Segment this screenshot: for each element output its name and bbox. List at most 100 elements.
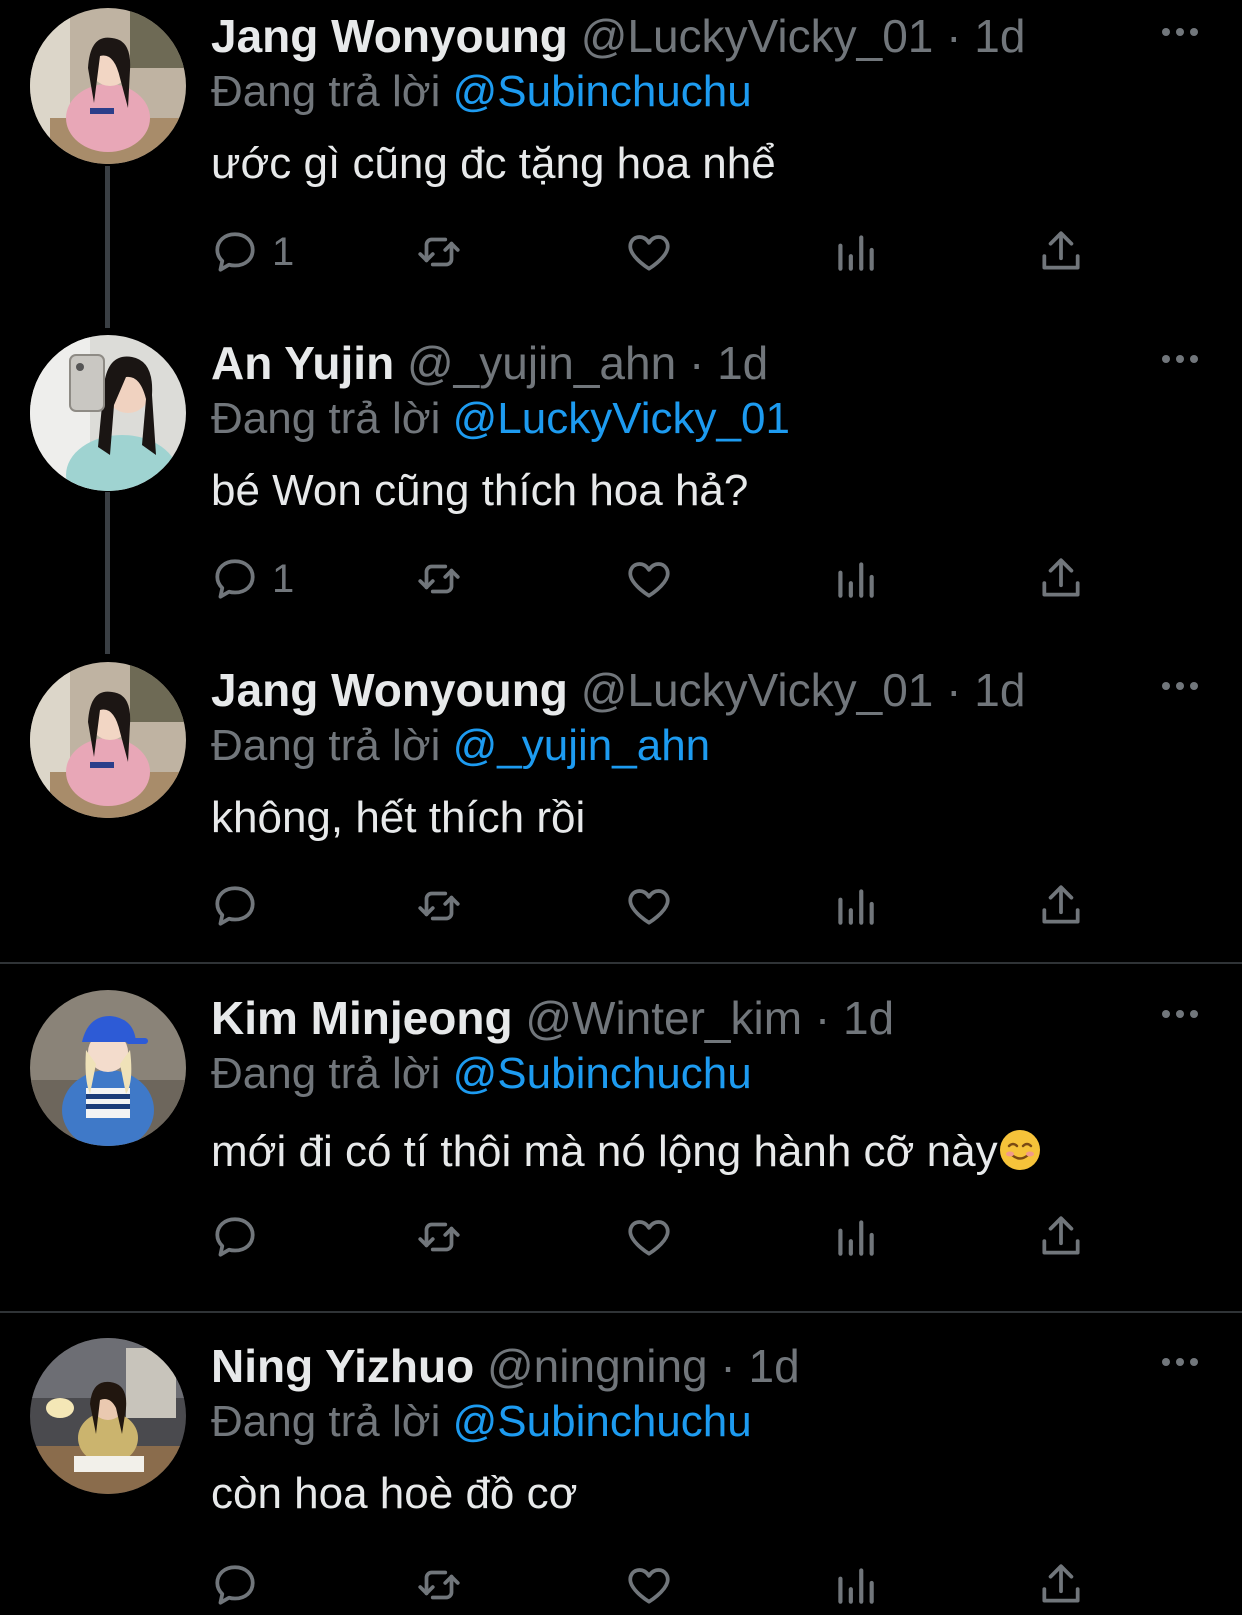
share-button[interactable] (1036, 1207, 1086, 1267)
tweet-text: không, hết thích rồi (211, 793, 586, 842)
reply-label: Đang trả lời (211, 1397, 441, 1446)
retweet-icon (418, 237, 460, 267)
reply-context: Đang trả lời @_yujin_ahn (211, 718, 710, 774)
reply-icon (215, 886, 255, 926)
heart-icon (628, 889, 670, 925)
share-icon (1042, 1216, 1080, 1255)
timestamp[interactable]: 1d (749, 1340, 800, 1392)
views-button[interactable] (830, 1555, 880, 1615)
share-icon (1042, 231, 1080, 270)
share-button[interactable] (1036, 1555, 1086, 1615)
tweet-actions: 1 (0, 222, 1242, 282)
timestamp[interactable]: 1d (843, 992, 894, 1044)
reply-button[interactable]: 1 (210, 549, 294, 609)
more-icon[interactable] (1160, 349, 1200, 369)
user-handle[interactable]: @Winter_kim (525, 992, 802, 1044)
heart-icon (628, 1220, 670, 1256)
like-button[interactable] (624, 1555, 674, 1615)
heart-icon (628, 235, 670, 271)
reply-button[interactable] (210, 876, 272, 936)
reply-mention-link[interactable]: @Subinchuchu (453, 1397, 752, 1446)
reply-icon (215, 1565, 255, 1605)
tweet[interactable]: Jang Wonyoung @LuckyVicky_01 · 1d Đang t… (0, 0, 1242, 330)
reply-button[interactable] (210, 1207, 272, 1267)
avatar[interactable] (30, 990, 186, 1146)
retweet-button[interactable] (414, 549, 464, 609)
like-button[interactable] (624, 222, 674, 282)
avatar[interactable] (30, 662, 186, 818)
tweet-header: Jang Wonyoung @LuckyVicky_01 · 1d (211, 662, 1025, 718)
timestamp[interactable]: 1d (717, 337, 768, 389)
timestamp[interactable]: 1d (974, 664, 1025, 716)
separator-dot: · (946, 10, 962, 62)
retweet-button[interactable] (414, 1555, 464, 1615)
analytics-icon (838, 1568, 874, 1604)
analytics-icon (838, 889, 874, 925)
retweet-button[interactable] (414, 1207, 464, 1267)
avatar[interactable] (30, 1338, 186, 1494)
user-handle[interactable]: @_yujin_ahn (407, 337, 676, 389)
separator-dot: · (688, 337, 705, 389)
tweet-text: ước gì cũng đc tặng hoa nhể (211, 139, 776, 188)
avatar[interactable] (30, 335, 186, 491)
share-button[interactable] (1036, 876, 1086, 936)
more-icon[interactable] (1160, 1352, 1200, 1372)
retweet-button[interactable] (414, 876, 464, 936)
user-handle[interactable]: @LuckyVicky_01 (581, 664, 934, 716)
display-name[interactable]: Jang Wonyoung (211, 10, 568, 62)
reply-button[interactable]: 1 (210, 222, 294, 282)
display-name[interactable]: Kim Minjeong (211, 992, 513, 1044)
tweet[interactable]: Kim Minjeong @Winter_kim · 1d Đang trả l… (0, 982, 1242, 1312)
share-button[interactable] (1036, 222, 1086, 282)
tweet[interactable]: Jang Wonyoung @LuckyVicky_01 · 1d Đang t… (0, 654, 1242, 962)
heart-icon (628, 562, 670, 598)
user-handle[interactable]: @ningning (487, 1340, 708, 1392)
views-button[interactable] (830, 222, 880, 282)
share-button[interactable] (1036, 549, 1086, 609)
tweet[interactable]: An Yujin @_yujin_ahn · 1d Đang trả lời @… (0, 327, 1242, 654)
reply-context: Đang trả lời @Subinchuchu (211, 64, 752, 120)
smiling-face-emoji (999, 1130, 1040, 1170)
reply-mention-link[interactable]: @LuckyVicky_01 (453, 394, 790, 443)
like-button[interactable] (624, 549, 674, 609)
like-button[interactable] (624, 876, 674, 936)
reply-icon (215, 559, 255, 599)
analytics-icon (838, 235, 874, 271)
share-icon (1042, 558, 1080, 597)
display-name[interactable]: Ning Yizhuo (211, 1340, 474, 1392)
views-button[interactable] (830, 549, 880, 609)
more-icon[interactable] (1160, 1004, 1200, 1024)
reply-mention-link[interactable]: @Subinchuchu (453, 67, 752, 116)
separator-dot: · (720, 1340, 736, 1392)
reply-mention-link[interactable]: @_yujin_ahn (453, 721, 711, 770)
reply-label: Đang trả lời (211, 394, 441, 443)
separator-dot: · (946, 664, 962, 716)
tweet-header: Kim Minjeong @Winter_kim · 1d (211, 990, 894, 1046)
tweet-header: Jang Wonyoung @LuckyVicky_01 · 1d (211, 8, 1025, 64)
analytics-icon (838, 562, 874, 598)
reply-label: Đang trả lời (211, 721, 441, 770)
views-button[interactable] (830, 1207, 880, 1267)
tweet-text: còn hoa hoè đồ cơ (211, 1469, 578, 1518)
display-name[interactable]: Jang Wonyoung (211, 664, 568, 716)
tweet-text: mới đi có tí thôi mà nó lộng hành cỡ này (211, 1127, 998, 1176)
reply-mention-link[interactable]: @Subinchuchu (453, 1049, 752, 1098)
reply-button[interactable] (210, 1555, 272, 1615)
timestamp[interactable]: 1d (974, 10, 1025, 62)
user-handle[interactable]: @LuckyVicky_01 (581, 10, 934, 62)
tweet-actions (0, 1207, 1242, 1267)
tweet[interactable]: Ning Yizhuo @ningning · 1d Đang trả lời … (0, 1330, 1242, 1615)
share-icon (1042, 1564, 1080, 1603)
tweet-text: bé Won cũng thích hoa hả? (211, 466, 749, 515)
display-name[interactable]: An Yujin (211, 337, 394, 389)
avatar[interactable] (30, 8, 186, 164)
reply-context: Đang trả lời @LuckyVicky_01 (211, 391, 790, 447)
reply-label: Đang trả lời (211, 67, 441, 116)
more-icon[interactable] (1160, 22, 1200, 42)
retweet-button[interactable] (414, 222, 464, 282)
more-icon[interactable] (1160, 676, 1200, 696)
reply-count: 1 (272, 556, 295, 601)
views-button[interactable] (830, 876, 880, 936)
like-button[interactable] (624, 1207, 674, 1267)
retweet-icon (418, 564, 460, 594)
